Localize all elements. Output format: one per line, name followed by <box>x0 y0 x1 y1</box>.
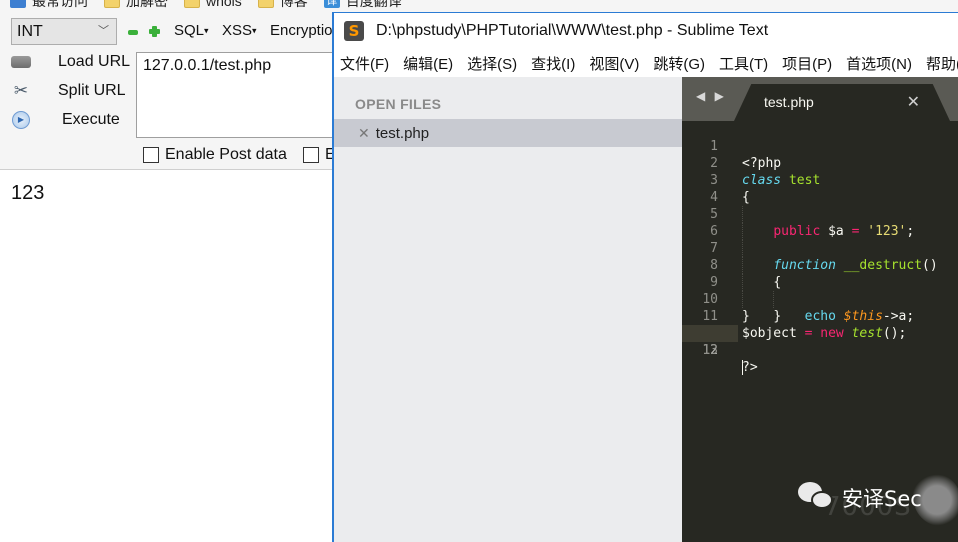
window-title: D:\phpstudy\PHPTutorial\WWW\test.php - S… <box>376 22 769 39</box>
decrease-icon[interactable] <box>128 30 138 35</box>
wechat-icon <box>798 482 834 514</box>
code-line: 10 } <box>682 274 958 324</box>
menu-edit[interactable]: 编辑(E) <box>403 53 453 74</box>
menu-bar: 文件(F) 编辑(E) 选择(S) 查找(I) 视图(V) 跳转(G) 工具(T… <box>334 49 958 77</box>
url-value: 127.0.0.1/test.php <box>143 57 272 74</box>
encryption-menu-button[interactable]: Encryptio <box>270 22 333 39</box>
folder-icon <box>257 0 274 8</box>
load-url-button[interactable]: Load URL <box>10 53 130 71</box>
code-editor[interactable]: ◀ ▶ test.php ✕ 1 <?php 2 class test 3 { … <box>682 77 958 542</box>
code-line: 2 class test <box>682 138 958 188</box>
menu-find[interactable]: 查找(I) <box>531 53 575 74</box>
page-output-text: 123 <box>11 182 45 204</box>
scissors-icon: ✂ <box>13 81 29 100</box>
tab-nav-arrows-icon[interactable]: ◀ ▶ <box>696 89 727 103</box>
line-number: 13 <box>702 343 718 358</box>
bookmarks-bar: 最常访问 加解密 whois 博客 译 百度翻译 <box>0 0 958 10</box>
close-icon[interactable]: ✕ <box>358 125 370 142</box>
sql-label: SQL <box>174 22 205 39</box>
folder-icon <box>184 0 200 8</box>
watermark: 7000S 安译Sec <box>798 474 958 526</box>
title-bar[interactable]: S D:\phpstudy\PHPTutorial\WWW\test.php -… <box>334 13 958 49</box>
sql-menu-button[interactable]: SQL▾ <box>174 22 209 39</box>
code-line: 6 function __destruct() <box>682 206 958 273</box>
code-line: 11 $object = new test(); <box>682 291 958 341</box>
checkbox-label: Enable Post data <box>165 146 287 163</box>
execute-button[interactable]: ▶ Execute <box>10 111 120 129</box>
code-line: 13 ?> <box>682 325 958 375</box>
code-area[interactable]: 1 <?php 2 class test 3 { 4 public $a = '… <box>682 121 958 375</box>
watermark-text: 安译Sec <box>842 487 922 511</box>
xss-menu-button[interactable]: XSS▾ <box>222 22 257 39</box>
open-file-item[interactable]: ✕ test.php <box>334 119 682 147</box>
code-line: 1 <?php <box>682 121 958 171</box>
bookmark-whois[interactable]: whois <box>184 0 242 9</box>
tab-bar: ◀ ▶ test.php ✕ <box>682 77 958 121</box>
open-file-name: test.php <box>375 124 430 142</box>
split-url-label: Split URL <box>58 82 126 99</box>
select-value: INT <box>17 23 43 40</box>
code-line: 7 { <box>682 223 958 290</box>
menu-project[interactable]: 项目(P) <box>782 53 832 74</box>
bookmark-label: whois <box>206 0 242 9</box>
code-line: 4 public $a = '123'; <box>682 172 958 239</box>
code-line-active: 12 <box>682 308 958 375</box>
sidebar: OPEN FILES ✕ test.php <box>334 77 682 542</box>
menu-view[interactable]: 视图(V) <box>589 53 639 74</box>
encryption-label: Encryptio <box>270 22 333 39</box>
code-line: 8 echo $this->a; <box>682 240 958 324</box>
execute-label: Execute <box>62 111 120 128</box>
menu-selection[interactable]: 选择(S) <box>467 53 517 74</box>
php-close-tag: ?> <box>742 360 758 375</box>
increase-icon[interactable] <box>149 26 160 37</box>
menu-preferences[interactable]: 首选项(N) <box>846 53 912 74</box>
menu-file[interactable]: 文件(F) <box>340 53 389 74</box>
enable-post-data-checkbox[interactable]: Enable Post data <box>143 146 287 164</box>
open-files-heading: OPEN FILES <box>355 96 442 112</box>
code-line: 5 <box>682 189 958 240</box>
split-url-button[interactable]: ✂ Split URL <box>10 81 126 100</box>
play-icon: ▶ <box>10 111 32 129</box>
xss-label: XSS <box>222 22 253 39</box>
load-url-icon <box>10 53 32 71</box>
menu-goto[interactable]: 跳转(G) <box>653 53 705 74</box>
close-icon[interactable]: ✕ <box>907 92 920 112</box>
checkbox-box[interactable] <box>143 147 159 163</box>
translate-icon: 译 <box>323 0 340 8</box>
url-textarea[interactable]: 127.0.0.1/test.php <box>136 52 346 138</box>
load-url-label: Load URL <box>58 53 131 70</box>
enable-referrer-checkbox[interactable]: E <box>303 146 336 164</box>
menu-tools[interactable]: 工具(T) <box>719 53 768 74</box>
tab-label: test.php <box>764 94 814 110</box>
checkbox-box[interactable] <box>303 147 319 163</box>
sublime-logo-icon: S <box>344 21 364 41</box>
menu-help[interactable]: 帮助( <box>926 53 958 74</box>
code-line: 3 { <box>682 155 958 205</box>
injection-type-select[interactable]: INT ﹀ <box>11 18 117 45</box>
code-line: 9 } <box>682 257 958 324</box>
dropdown-arrow-icon: ▾ <box>204 25 209 36</box>
chevron-down-icon: ﹀ <box>98 25 109 37</box>
folder-icon <box>104 0 120 8</box>
most-visited-icon <box>10 0 26 8</box>
tab-test-php[interactable]: test.php ✕ <box>734 84 950 121</box>
dropdown-arrow-icon: ▾ <box>252 25 257 36</box>
sublime-text-window: S D:\phpstudy\PHPTutorial\WWW\test.php -… <box>332 12 958 542</box>
